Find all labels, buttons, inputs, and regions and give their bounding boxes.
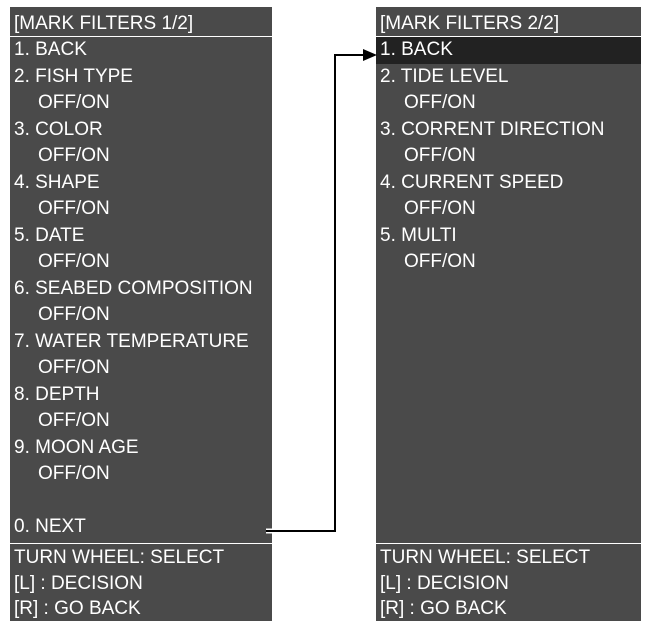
menu-item-seabed-composition[interactable]: 6. SEABED COMPOSITION bbox=[10, 276, 272, 303]
help-left-decision: [L] : DECISION bbox=[14, 572, 143, 594]
menu-item-date[interactable]: 5. DATE bbox=[10, 223, 272, 250]
menu-item-back[interactable]: 1. BACK bbox=[376, 37, 641, 64]
menu-item-next[interactable]: 0. NEXT bbox=[10, 514, 272, 541]
menu-item-multi[interactable]: 5. MULTI bbox=[376, 223, 641, 250]
color-option[interactable]: OFF/ON bbox=[10, 143, 272, 170]
depth-option[interactable]: OFF/ON bbox=[10, 408, 272, 435]
menu-item-tide-level[interactable]: 2. TIDE LEVEL bbox=[376, 64, 641, 91]
date-option[interactable]: OFF/ON bbox=[10, 249, 272, 276]
connector-outline bbox=[266, 52, 366, 534]
water-temperature-option[interactable]: OFF/ON bbox=[10, 355, 272, 382]
menu-item-depth[interactable]: 8. DEPTH bbox=[10, 382, 272, 409]
help-right-go-back: [R] : GO BACK bbox=[14, 598, 141, 619]
menu-spacer bbox=[10, 488, 272, 515]
tide-level-option[interactable]: OFF/ON bbox=[376, 90, 641, 117]
panel-title: [MARK FILTERS 1/2] bbox=[10, 7, 272, 37]
help-turn-wheel: TURN WHEEL: SELECT bbox=[14, 547, 225, 568]
help-footer: TURN WHEEL: SELECT [L] : DECISION [R] : … bbox=[10, 543, 272, 621]
help-left-decision: [L] : DECISION bbox=[380, 572, 509, 594]
moon-age-option[interactable]: OFF/ON bbox=[10, 461, 272, 488]
menu-item-water-temperature[interactable]: 7. WATER TEMPERATURE bbox=[10, 329, 272, 356]
connector-line bbox=[266, 54, 366, 532]
help-turn-wheel: TURN WHEEL: SELECT bbox=[380, 547, 591, 568]
help-right-go-back: [R] : GO BACK bbox=[380, 598, 507, 619]
fish-type-option[interactable]: OFF/ON bbox=[10, 90, 272, 117]
current-speed-option[interactable]: OFF/ON bbox=[376, 196, 641, 223]
menu-item-fish-type[interactable]: 2. FISH TYPE bbox=[10, 64, 272, 91]
seabed-composition-option[interactable]: OFF/ON bbox=[10, 302, 272, 329]
help-footer: TURN WHEEL: SELECT [L] : DECISION [R] : … bbox=[376, 543, 641, 621]
menu-item-current-direction[interactable]: 3. CORRENT DIRECTION bbox=[376, 117, 641, 144]
menu-list: 1. BACK 2. FISH TYPE OFF/ON 3. COLOR OFF… bbox=[10, 37, 272, 541]
panel-title: [MARK FILTERS 2/2] bbox=[376, 7, 641, 37]
mark-filters-panel-page-2: [MARK FILTERS 2/2] 1. BACK 2. TIDE LEVEL… bbox=[376, 7, 641, 621]
multi-option[interactable]: OFF/ON bbox=[376, 249, 641, 276]
current-direction-option[interactable]: OFF/ON bbox=[376, 143, 641, 170]
menu-item-moon-age[interactable]: 9. MOON AGE bbox=[10, 435, 272, 462]
menu-item-color[interactable]: 3. COLOR bbox=[10, 117, 272, 144]
menu-item-back[interactable]: 1. BACK bbox=[10, 37, 272, 64]
menu-list: 1. BACK 2. TIDE LEVEL OFF/ON 3. CORRENT … bbox=[376, 37, 641, 276]
menu-item-current-speed[interactable]: 4. CURRENT SPEED bbox=[376, 170, 641, 197]
shape-option[interactable]: OFF/ON bbox=[10, 196, 272, 223]
arrow-head-icon bbox=[363, 49, 377, 61]
mark-filters-panel-page-1: [MARK FILTERS 1/2] 1. BACK 2. FISH TYPE … bbox=[10, 7, 272, 621]
menu-item-shape[interactable]: 4. SHAPE bbox=[10, 170, 272, 197]
